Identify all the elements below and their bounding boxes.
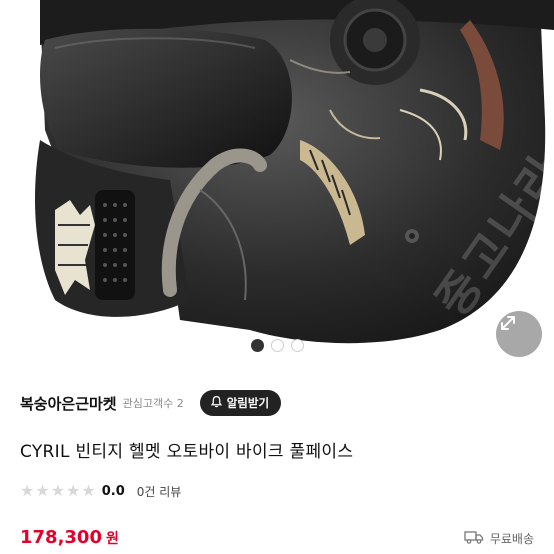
gallery-dot-2[interactable] <box>270 339 284 352</box>
star-icon: ★ <box>66 481 81 500</box>
star-icon: ★ <box>50 481 66 500</box>
seller-followers: 관심고객수 2 <box>122 397 184 410</box>
notify-button-label: 알림받기 <box>226 396 270 410</box>
product-image-gallery[interactable]: 중고나라 <box>0 0 554 372</box>
review-count-link[interactable]: 0건 리뷰 <box>137 483 182 500</box>
seller-name[interactable]: 복숭아은근마켓 <box>20 393 117 414</box>
rating-stars: ★ ★ ★ ★ ★ <box>20 483 96 499</box>
shipping-info: 무료배송 <box>464 530 534 547</box>
notify-button[interactable]: 알림받기 <box>199 390 282 416</box>
seller-info: 복숭아은근마켓 관심고객수 2 알림받기 <box>20 388 282 418</box>
rating-score: 0.0 <box>101 483 125 499</box>
product-title: CYRIL 빈티지 헬멧 오토바이 바이크 풀페이스 <box>20 442 354 462</box>
star-icon: ★ <box>20 481 35 500</box>
star-icon: ★ <box>81 481 96 500</box>
truck-icon <box>464 530 484 547</box>
rating-row: ★ ★ ★ ★ ★ 0.0 0건 리뷰 <box>20 481 181 501</box>
gallery-pagination <box>0 339 554 352</box>
price-currency: 원 <box>105 531 119 547</box>
bell-icon <box>210 395 223 411</box>
star-icon: ★ <box>35 481 50 500</box>
gallery-dot-1[interactable] <box>250 339 264 352</box>
product-price: 178,300 원 <box>20 527 119 548</box>
gallery-dot-3[interactable] <box>290 339 304 352</box>
price-value: 178,300 <box>20 527 102 548</box>
shipping-label: 무료배송 <box>489 532 534 546</box>
